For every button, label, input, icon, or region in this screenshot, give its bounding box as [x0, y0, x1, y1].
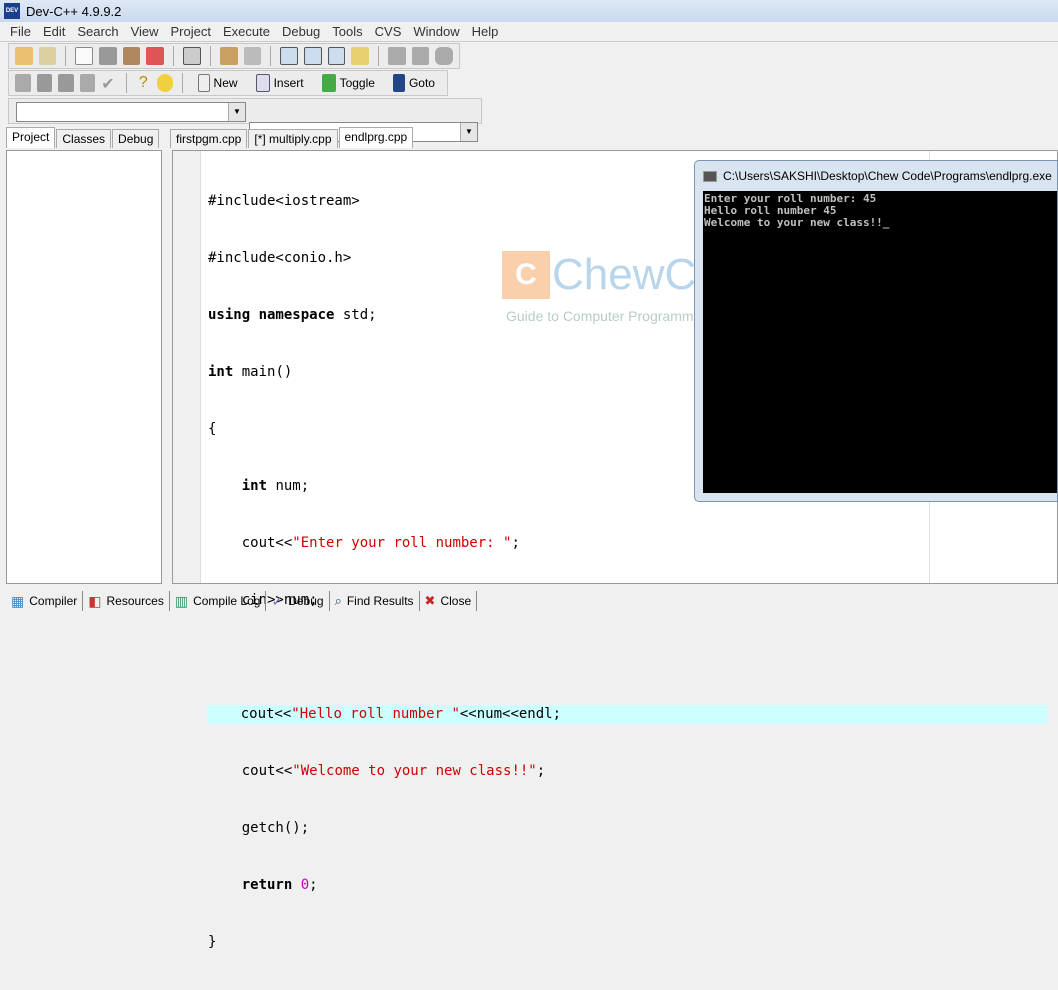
find-next-icon[interactable]	[327, 47, 346, 65]
left-panel-tabs: Project Classes Debug	[6, 127, 160, 148]
redo-icon[interactable]	[243, 47, 262, 65]
menu-project[interactable]: Project	[165, 24, 217, 39]
menu-help[interactable]: Help	[466, 24, 505, 39]
replace-icon[interactable]	[303, 47, 322, 65]
run-icon[interactable]	[36, 74, 53, 92]
rebuild-icon[interactable]	[79, 74, 96, 92]
next-icon[interactable]	[411, 47, 430, 65]
tab-endlprg[interactable]: endlprg.cpp	[338, 127, 414, 148]
find-icon[interactable]	[280, 47, 298, 65]
bar-chart-icon: ▥	[174, 592, 189, 609]
editor-gutter	[173, 151, 201, 583]
compile-run-icon[interactable]	[58, 74, 74, 92]
tab-debug-output[interactable]: ✓ Debug	[266, 591, 330, 611]
tab-resources[interactable]: ◧ Resources	[83, 591, 170, 611]
title-bar: DEV Dev-C++ 4.9.9.2	[0, 0, 1058, 22]
resources-icon: ◧	[88, 592, 102, 609]
open-project-icon[interactable]	[15, 47, 33, 65]
toggle-icon	[321, 74, 336, 92]
tab-project[interactable]: Project	[6, 127, 56, 148]
new-bookmark-button[interactable]: New	[192, 74, 244, 92]
close-file-icon[interactable]	[146, 47, 165, 65]
menu-search[interactable]: Search	[71, 24, 124, 39]
devcpp-icon: DEV	[4, 3, 20, 19]
print-icon[interactable]	[183, 47, 201, 65]
menu-edit[interactable]: Edit	[37, 24, 71, 39]
check-icon: ✓	[271, 592, 284, 609]
menu-cvs[interactable]: CVS	[369, 24, 408, 39]
goto-line-icon[interactable]	[351, 47, 370, 65]
class-combo[interactable]: ▼	[16, 102, 246, 122]
tab-compiler[interactable]: ▦ Compiler	[6, 591, 84, 611]
compile-toolbar: ✔ ? New Insert Toggle Goto	[8, 70, 448, 96]
new-file-icon[interactable]	[75, 47, 94, 65]
console-output: Enter your roll number: 45 Hello roll nu…	[703, 191, 1057, 493]
tab-close[interactable]: ✖ Close	[420, 591, 478, 611]
chevron-down-icon[interactable]: ▼	[460, 123, 477, 141]
console-icon	[703, 170, 717, 182]
close-icon: ✖	[424, 593, 436, 608]
menu-view[interactable]: View	[125, 24, 165, 39]
menu-file[interactable]: File	[4, 24, 37, 39]
menu-window[interactable]: Window	[407, 24, 465, 39]
save-all-icon[interactable]	[122, 47, 141, 65]
goto-button[interactable]: Goto	[387, 74, 441, 92]
chevron-down-icon[interactable]: ▼	[228, 103, 245, 121]
console-title-bar[interactable]: C:\Users\SAKSHI\Desktop\Chew Code\Progra…	[695, 161, 1057, 191]
undo-icon[interactable]	[219, 47, 238, 65]
check-icon[interactable]: ✔	[101, 74, 117, 93]
compiler-icon: ▦	[11, 592, 25, 609]
main-toolbar	[8, 43, 460, 69]
help-icon[interactable]: ?	[136, 74, 152, 92]
tab-compile-log[interactable]: ▥ Compile Log	[170, 591, 267, 611]
tab-find-results[interactable]: ⌕ Find Results	[330, 591, 420, 611]
project-tree[interactable]	[6, 150, 162, 584]
toggle-button[interactable]: Toggle	[316, 74, 381, 92]
bottom-tabs: ▦ Compiler ◧ Resources ▥ Compile Log ✓ Debug…	[6, 590, 478, 612]
window-title: Dev-C++ 4.9.9.2	[26, 3, 122, 19]
menu-execute[interactable]: Execute	[217, 24, 276, 39]
insert-icon	[255, 74, 270, 92]
open-file-icon[interactable]	[38, 47, 57, 65]
tab-classes[interactable]: Classes	[56, 129, 112, 148]
about-icon[interactable]	[157, 74, 173, 92]
compile-icon[interactable]	[15, 74, 31, 92]
class-toolbar: ▼ ▼	[8, 98, 482, 142]
tab-firstpgm[interactable]: firstpgm.cpp	[170, 129, 248, 148]
menu-tools[interactable]: Tools	[326, 24, 368, 39]
goto-icon	[392, 74, 405, 92]
save-icon[interactable]	[99, 47, 117, 65]
file-tabs: firstpgm.cpp [*] multiply.cpp endlprg.cp…	[170, 127, 414, 148]
find-icon: ⌕	[334, 593, 342, 608]
insert-button[interactable]: Insert	[250, 74, 310, 92]
menu-bar: File Edit Search View Project Execute De…	[0, 22, 1058, 42]
current-line: cout<<"Hello roll number "<<num<<endl;	[207, 705, 1048, 724]
tab-multiply[interactable]: [*] multiply.cpp	[248, 129, 338, 148]
console-window[interactable]: C:\Users\SAKSHI\Desktop\Chew Code\Progra…	[694, 160, 1058, 502]
stop-icon[interactable]	[435, 47, 454, 65]
menu-debug[interactable]: Debug	[276, 24, 326, 39]
console-title: C:\Users\SAKSHI\Desktop\Chew Code\Progra…	[723, 169, 1052, 183]
tab-debug[interactable]: Debug	[112, 129, 160, 148]
previous-icon[interactable]	[388, 47, 406, 65]
new-icon	[197, 74, 210, 92]
